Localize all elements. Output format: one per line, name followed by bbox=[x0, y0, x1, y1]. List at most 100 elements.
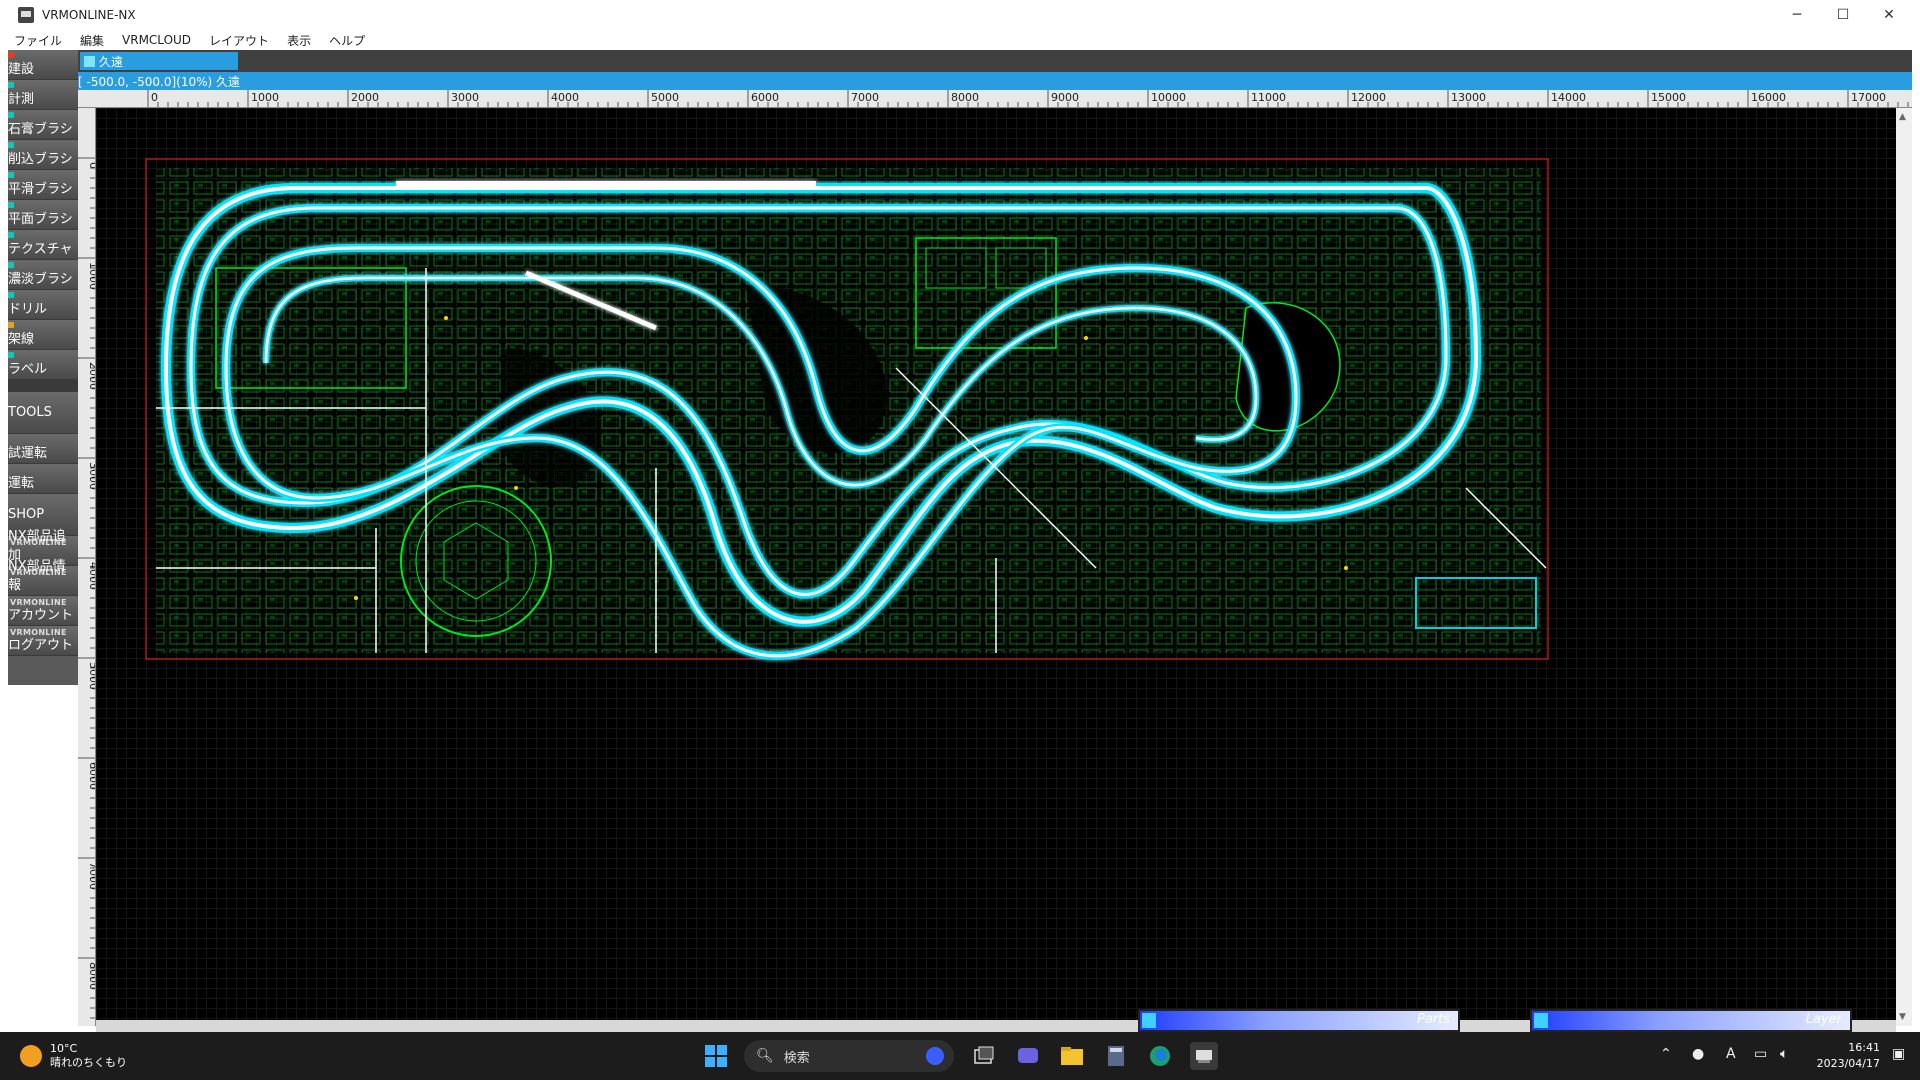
tool-plaster-brush[interactable]: 石膏ブラシ bbox=[8, 110, 78, 140]
structures-layer bbox=[156, 168, 1541, 653]
tool-catenary[interactable]: 架線 bbox=[8, 320, 78, 350]
horizontal-ruler-ticks: 0 1000 2000 3000 4000 5000 6000 7000 8000 9000 100… bbox=[147, 90, 1909, 107]
tool-measure[interactable]: 計測 bbox=[8, 80, 78, 110]
minimize-button[interactable]: ─ bbox=[1774, 0, 1820, 30]
ruler-label: 3000 bbox=[87, 462, 96, 490]
tool-label: テクスチャ bbox=[8, 242, 73, 257]
start-icon[interactable] bbox=[702, 1042, 730, 1070]
tool-indicator bbox=[8, 292, 14, 298]
menu-vrmcloud[interactable]: VRMCLOUD bbox=[113, 33, 200, 47]
tool-carve-brush[interactable]: 削込ブラシ bbox=[8, 140, 78, 170]
calculator-icon[interactable] bbox=[1102, 1042, 1130, 1070]
tray-overflow-icon[interactable]: ⌃ bbox=[1660, 1046, 1672, 1062]
tool-separator bbox=[8, 380, 78, 392]
chat-icon[interactable] bbox=[1014, 1042, 1042, 1070]
ruler-label: 2000 bbox=[87, 362, 96, 390]
tool-indicator bbox=[8, 232, 14, 238]
tool-label: 計測 bbox=[8, 92, 35, 107]
tool-label: 濃淡ブラシ bbox=[8, 272, 73, 287]
vrmonline-app-icon[interactable] bbox=[1190, 1042, 1218, 1070]
tool-run[interactable]: 運転 bbox=[8, 464, 78, 494]
tool-test-run[interactable]: 試運転 bbox=[8, 434, 78, 464]
right-border bbox=[1912, 50, 1920, 1032]
tool-label: 架線 bbox=[8, 332, 35, 347]
search-placeholder: 検索 bbox=[783, 1050, 810, 1066]
menu-layout[interactable]: レイアウト bbox=[200, 32, 278, 49]
ruler-label: 6000 bbox=[87, 762, 96, 790]
tool-logout[interactable]: VRMONLINE ログアウト bbox=[8, 626, 78, 656]
ime-indicator-icon[interactable]: A bbox=[1726, 1046, 1736, 1062]
menu-help[interactable]: ヘルプ bbox=[320, 32, 374, 49]
ruler-label: 8000 bbox=[87, 962, 96, 990]
tool-nx-parts-info[interactable]: VRMONLINE NX部品情報 bbox=[8, 559, 78, 596]
left-border bbox=[0, 50, 8, 1032]
tool-label: ドリル bbox=[8, 302, 48, 317]
edge-browser-icon[interactable] bbox=[1146, 1042, 1174, 1070]
ruler-label: 2000 bbox=[351, 91, 379, 104]
close-button[interactable]: ✕ bbox=[1866, 0, 1912, 30]
ruler-label: 1000 bbox=[251, 91, 279, 104]
system-clock[interactable]: 16:41 2023/04/17 bbox=[1800, 1040, 1880, 1072]
ruler-label: 11000 bbox=[1251, 91, 1286, 104]
tool-indicator bbox=[8, 262, 14, 268]
clock-time: 16:41 bbox=[1848, 1041, 1880, 1054]
ruler-label: 9000 bbox=[1051, 91, 1079, 104]
tool-label: 建設 bbox=[8, 62, 35, 77]
weather-sun-icon bbox=[20, 1045, 42, 1067]
layout-canvas[interactable] bbox=[96, 108, 1896, 1026]
file-explorer-icon[interactable] bbox=[1058, 1042, 1086, 1070]
panel-pin-icon[interactable] bbox=[1142, 1013, 1156, 1028]
notification-icon[interactable]: ▣ bbox=[1892, 1046, 1905, 1062]
tool-label: 試運転 bbox=[8, 446, 48, 461]
panel-title: Parts bbox=[1416, 1012, 1450, 1027]
ruler-label: 12000 bbox=[1351, 91, 1386, 104]
tool-label: ラベル bbox=[8, 362, 48, 377]
ruler-label: 4000 bbox=[551, 91, 579, 104]
weather-widget[interactable]: 10°C 晴れのちくもり bbox=[20, 1042, 127, 1070]
volume-icon[interactable]: 🔈︎ bbox=[1780, 1046, 1788, 1062]
menu-edit[interactable]: 編集 bbox=[71, 32, 113, 49]
ruler-label: 7000 bbox=[851, 91, 879, 104]
tool-indicator bbox=[8, 172, 14, 178]
parts-panel[interactable]: Parts bbox=[1138, 1009, 1460, 1032]
task-view-icon[interactable] bbox=[970, 1042, 998, 1070]
tab-label: 久遠 bbox=[99, 54, 124, 69]
tool-label-item[interactable]: ラベル bbox=[8, 350, 78, 380]
vertical-scrollbar[interactable]: ▲ ▼ bbox=[1896, 108, 1912, 1026]
steam-icon[interactable]: ● bbox=[1692, 1046, 1704, 1062]
scroll-down-icon[interactable]: ▼ bbox=[1899, 1012, 1906, 1022]
ruler-label: 17000 bbox=[1851, 91, 1886, 104]
panel-title: Layer bbox=[1805, 1012, 1842, 1027]
taskbar-search[interactable]: 🔍︎ 検索 bbox=[744, 1040, 954, 1072]
ruler-label: 10000 bbox=[1151, 91, 1186, 104]
tool-texture[interactable]: テクスチャ bbox=[8, 230, 78, 260]
ruler-label: 13000 bbox=[1451, 91, 1486, 104]
tool-label: 削込ブラシ bbox=[8, 152, 73, 167]
layer-panel[interactable]: Layer bbox=[1530, 1009, 1852, 1032]
scroll-up-icon[interactable]: ▲ bbox=[1899, 112, 1906, 122]
tab-layout[interactable]: 久遠 bbox=[80, 52, 238, 70]
vertical-ruler: 0 1000 2000 3000 4000 5000 6000 7000 8000 bbox=[78, 108, 96, 1026]
coordinate-bar: [ -500.0, -500.0](10%) 久遠 bbox=[78, 72, 1912, 90]
tool-shade-brush[interactable]: 濃淡ブラシ bbox=[8, 260, 78, 290]
horizontal-ruler: 0 1000 2000 3000 4000 5000 6000 7000 8000 9000 100… bbox=[78, 90, 1912, 108]
tool-drill[interactable]: ドリル bbox=[8, 290, 78, 320]
tool-smooth-brush[interactable]: 平滑ブラシ bbox=[8, 170, 78, 200]
tool-build[interactable]: 建設 bbox=[8, 50, 78, 80]
ruler-label: 4000 bbox=[87, 562, 96, 590]
menu-file[interactable]: ファイル bbox=[0, 32, 71, 49]
tool-tools[interactable]: TOOLS bbox=[8, 392, 78, 434]
maximize-button[interactable]: ☐ bbox=[1820, 0, 1866, 30]
clock-date: 2023/04/17 bbox=[1816, 1057, 1880, 1070]
panel-pin-icon[interactable] bbox=[1534, 1013, 1548, 1028]
taskbar: 10°C 晴れのちくもり 🔍︎ 検索 ⌃ ● A ▭ 🔈︎ 16:41 2023… bbox=[0, 1032, 1920, 1080]
menu-view[interactable]: 表示 bbox=[278, 32, 320, 49]
vertical-ruler-ticks: 0 1000 2000 3000 4000 5000 6000 7000 8000 bbox=[78, 157, 96, 1019]
tool-indicator bbox=[8, 142, 14, 148]
network-icon[interactable]: ▭ bbox=[1754, 1046, 1767, 1062]
ruler-label: 0 bbox=[151, 91, 158, 104]
window-title: VRMONLINE-NX bbox=[42, 8, 136, 22]
tool-account[interactable]: VRMONLINE アカウント bbox=[8, 596, 78, 626]
document-tab-bar: 久遠 bbox=[78, 50, 1912, 72]
tool-flat-brush[interactable]: 平面ブラシ bbox=[8, 200, 78, 230]
